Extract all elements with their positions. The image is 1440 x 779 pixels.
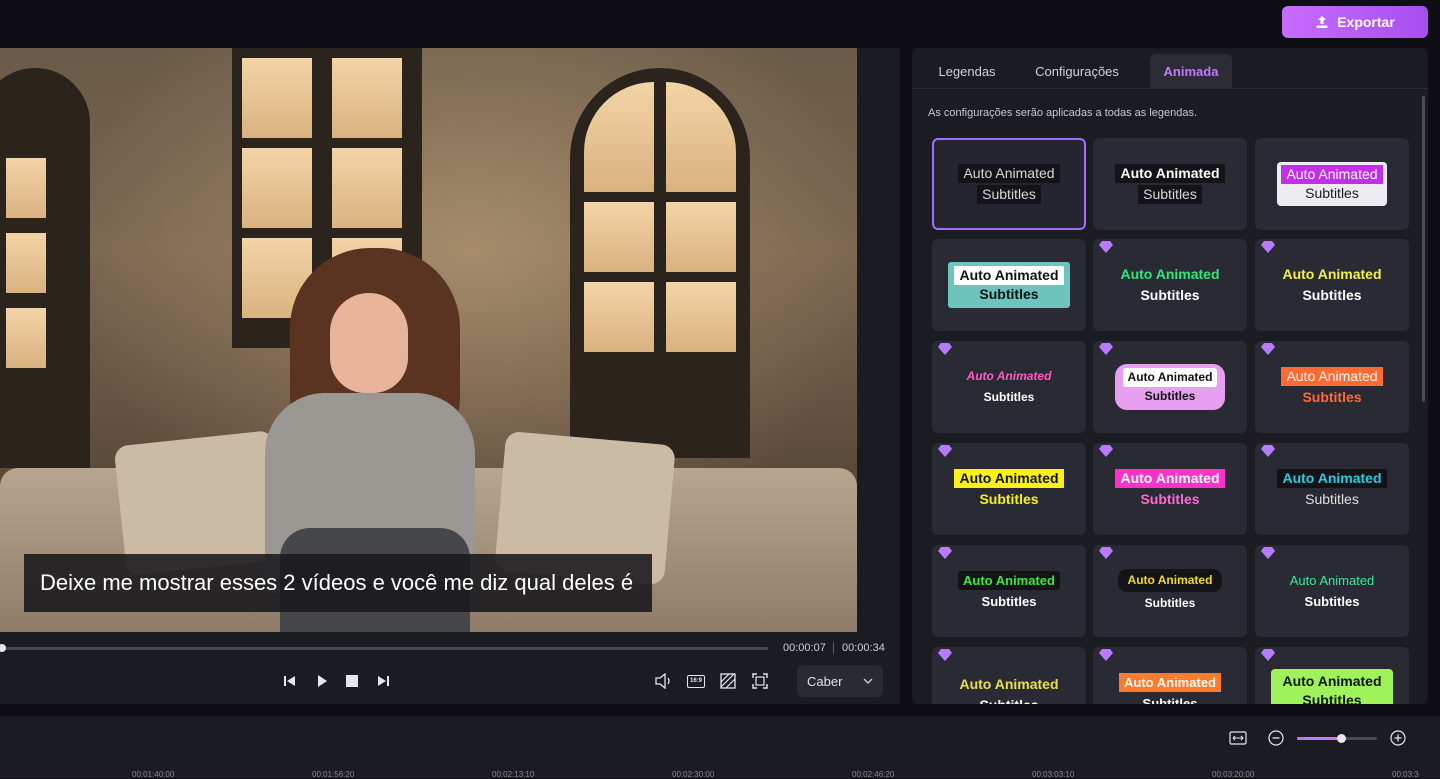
style-card-17[interactable]: Auto Animated Subtitles	[1093, 647, 1247, 704]
tab-animada[interactable]: Animada	[1150, 54, 1232, 88]
crop-button[interactable]	[718, 672, 738, 690]
style-card-13[interactable]: Auto Animated Subtitles	[932, 545, 1086, 637]
fullscreen-icon	[752, 673, 768, 689]
window-left	[0, 68, 90, 468]
premium-gem-icon	[1261, 445, 1275, 457]
volume-button[interactable]	[654, 672, 674, 690]
style-card-18[interactable]: Auto Animated Subtitles	[1255, 647, 1409, 704]
style-card-11[interactable]: Auto Animated Subtitles	[1093, 443, 1247, 535]
aspect-ratio-label: 16:9	[689, 678, 702, 684]
panel-tabs: Legendas Configurações Animada	[912, 48, 1428, 89]
next-frame-button[interactable]	[373, 672, 393, 690]
tab-legendas[interactable]: Legendas	[926, 54, 1008, 88]
tab-configuracoes[interactable]: Configurações	[1024, 54, 1130, 88]
aspect-ratio-icon: 16:9	[687, 674, 705, 688]
playback-progress-bar[interactable]	[0, 644, 768, 652]
panel-scrollbar[interactable]	[1422, 96, 1425, 402]
premium-gem-icon	[938, 649, 952, 661]
settings-note: As configurações serão aplicadas a todas…	[928, 107, 1198, 119]
export-label: Exportar	[1337, 14, 1395, 30]
style-card-14[interactable]: Auto Animated Subtitles	[1093, 545, 1247, 637]
current-time: 00:00:07	[783, 642, 826, 654]
fit-width-icon	[1229, 731, 1247, 745]
style-card-1[interactable]: Auto Animated Subtitles	[932, 138, 1086, 230]
fit-dropdown[interactable]: Caber	[797, 665, 883, 697]
premium-gem-icon	[1099, 343, 1113, 355]
time-divider	[833, 642, 834, 654]
premium-gem-icon	[1099, 445, 1113, 457]
premium-gem-icon	[938, 445, 952, 457]
play-button[interactable]	[312, 672, 332, 690]
premium-gem-icon	[1261, 343, 1275, 355]
premium-gem-icon	[1261, 649, 1275, 661]
premium-gem-icon	[1261, 241, 1275, 253]
premium-gem-icon	[938, 343, 952, 355]
fit-timeline-button[interactable]	[1228, 728, 1248, 748]
style-card-16[interactable]: Auto Animated Subtitles	[932, 647, 1086, 704]
fit-value: Caber	[807, 673, 843, 689]
style-card-12[interactable]: Auto Animated Subtitles	[1255, 443, 1409, 535]
stop-icon	[346, 675, 358, 687]
top-bar: Exportar	[0, 0, 1440, 48]
aspect-ratio-button[interactable]: 16:9	[686, 672, 706, 690]
play-icon	[318, 675, 327, 687]
export-button[interactable]: Exportar	[1282, 6, 1428, 38]
video-player: Deixe me mostrar esses 2 vídeos e você m…	[0, 48, 900, 704]
window-right	[570, 68, 750, 458]
subtitle-style-panel: Legendas Configurações Animada As config…	[912, 48, 1428, 704]
style-card-4[interactable]: Auto Animated Subtitles	[932, 239, 1086, 331]
subtitle-caption[interactable]: Deixe me mostrar esses 2 vídeos e você m…	[24, 554, 652, 612]
premium-gem-icon	[938, 547, 952, 559]
premium-gem-icon	[1099, 547, 1113, 559]
fullscreen-button[interactable]	[750, 672, 770, 690]
minus-circle-icon	[1268, 730, 1284, 746]
zoom-slider[interactable]	[1297, 734, 1377, 743]
style-card-15[interactable]: Auto Animated Subtitles	[1255, 545, 1409, 637]
style-card-3[interactable]: Auto Animated Subtitles	[1255, 138, 1409, 230]
total-time: 00:00:34	[842, 642, 885, 654]
style-card-10[interactable]: Auto Animated Subtitles	[932, 443, 1086, 535]
playhead-knob[interactable]	[0, 644, 6, 652]
style-card-6[interactable]: Auto Animated Subtitles	[1255, 239, 1409, 331]
previous-frame-button[interactable]	[280, 672, 300, 690]
style-card-5[interactable]: Auto Animated Subtitles	[1093, 239, 1247, 331]
stop-button[interactable]	[342, 672, 362, 690]
crop-icon	[720, 673, 736, 689]
style-card-9[interactable]: Auto Animated Subtitles	[1255, 341, 1409, 433]
style-card-7[interactable]: Auto Animated Subtitles	[932, 341, 1086, 433]
chevron-down-icon	[863, 678, 873, 684]
plus-circle-icon	[1390, 730, 1406, 746]
video-preview[interactable]: Deixe me mostrar esses 2 vídeos e você m…	[0, 48, 857, 632]
zoom-slider-knob[interactable]	[1337, 734, 1346, 743]
zoom-out-button[interactable]	[1266, 728, 1286, 748]
zoom-in-button[interactable]	[1388, 728, 1408, 748]
step-forward-icon	[378, 676, 389, 686]
premium-gem-icon	[1099, 241, 1113, 253]
speaker-icon	[655, 673, 670, 689]
zoom-slider-fill	[1297, 737, 1341, 740]
timeline: 00:01:40:00 00:01:56:20 00:02:13:10 00:0…	[0, 716, 1440, 779]
premium-gem-icon	[1099, 649, 1113, 661]
style-card-2[interactable]: Auto Animated Subtitles	[1093, 138, 1247, 230]
premium-gem-icon	[1261, 547, 1275, 559]
style-card-8[interactable]: Auto Animated Subtitles	[1093, 341, 1247, 433]
step-back-icon	[284, 676, 295, 686]
upload-icon	[1316, 16, 1328, 28]
